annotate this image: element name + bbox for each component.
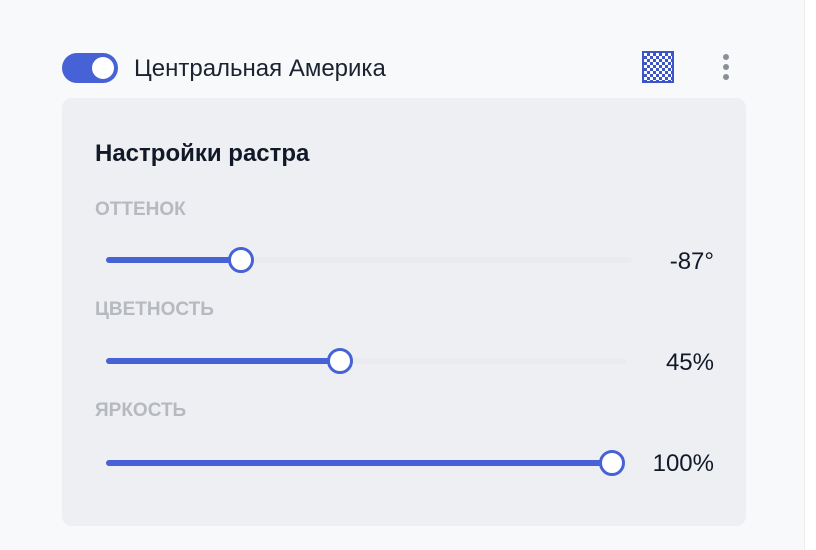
hue-label: ОТТЕНОК [95, 199, 186, 220]
toggle-knob [92, 57, 114, 79]
more-dot [723, 64, 729, 70]
saturation-value: 45% [665, 349, 714, 376]
brightness-label: ЯРКОСТЬ [95, 400, 187, 421]
brightness-slider-thumb[interactable] [599, 450, 625, 476]
right-panel-edge [804, 0, 816, 550]
hue-value: -87° [669, 248, 714, 275]
brightness-value: 100% [652, 450, 714, 477]
layer-name: Центральная Америка [134, 55, 386, 82]
hue-slider[interactable] [106, 247, 632, 273]
raster-checkerboard-icon[interactable] [642, 51, 674, 83]
saturation-label: ЦВЕТНОСТЬ [95, 299, 214, 320]
saturation-slider[interactable] [106, 348, 626, 374]
layer-visibility-toggle[interactable] [62, 53, 118, 83]
more-dot [723, 74, 729, 80]
layer-panel: Центральная Америка Настройки растра ОТТ… [0, 0, 804, 550]
brightness-slider-fill [106, 460, 612, 466]
raster-settings-card: Настройки растра ОТТЕНОК -87° ЦВЕТНОСТЬ … [62, 98, 746, 526]
hue-slider-fill [106, 257, 241, 263]
hue-slider-thumb[interactable] [227, 247, 254, 273]
raster-settings-title: Настройки растра [95, 140, 310, 167]
layer-row: Центральная Америка [0, 0, 804, 100]
more-vertical-icon[interactable] [714, 52, 738, 82]
saturation-slider-fill [106, 358, 340, 364]
more-dot [723, 54, 729, 60]
saturation-slider-thumb[interactable] [327, 348, 353, 374]
brightness-slider[interactable] [106, 450, 625, 476]
